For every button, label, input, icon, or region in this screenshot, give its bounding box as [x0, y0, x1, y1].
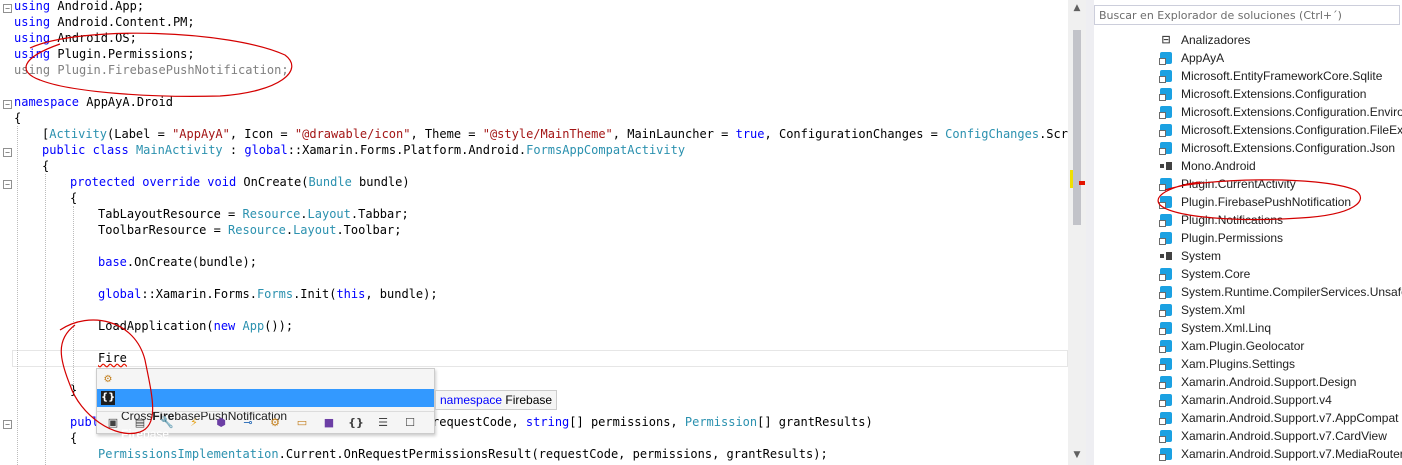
reference-icon	[1159, 214, 1172, 227]
class-green-filter-icon[interactable]: ⚙	[267, 415, 283, 431]
code-line: public class MainActivity : global::Xama…	[42, 143, 686, 157]
reference-icon	[1159, 142, 1172, 155]
reference-icon	[1159, 196, 1172, 209]
reference-icon	[1159, 178, 1172, 191]
fold-oncreate-icon[interactable]: −	[3, 180, 12, 189]
reference-icon	[1159, 286, 1172, 299]
completion-item[interactable]: ⚙ CrossFirebasePushNotification	[97, 371, 434, 423]
code-line: TabLayoutResource = Resource.Layout.Tabb…	[98, 207, 409, 221]
scroll-down-icon[interactable]: ▼	[1068, 447, 1086, 463]
reference-icon	[1159, 394, 1172, 407]
code-line: {	[70, 431, 78, 445]
solution-explorer: Buscar en Explorador de soluciones (Ctrl…	[1094, 0, 1402, 465]
scrollbar-thumb[interactable]	[1073, 30, 1081, 225]
code-line: {	[14, 111, 22, 125]
code-line: {	[42, 159, 50, 173]
completion-filter-bar: ▣ ▤ 🔧 ⚡ ⬢ ⊸ ⚙ ▭ ■ {} ☰ ☐	[97, 411, 434, 434]
interface-filter-icon[interactable]: ⊸	[240, 415, 256, 431]
scroll-up-icon[interactable]: ▲	[1068, 0, 1086, 16]
code-line: using Android.Content.PM;	[14, 15, 195, 29]
solution-search-input[interactable]: Buscar en Explorador de soluciones (Ctrl…	[1094, 5, 1400, 25]
completion-item-selected[interactable]: {} Firebase	[97, 389, 434, 441]
class-icon: ⚙	[103, 374, 113, 385]
reference-icon	[1159, 232, 1172, 245]
reference-icon	[1159, 322, 1172, 335]
reference-icon	[1159, 106, 1172, 119]
panel-splitter[interactable]	[1086, 0, 1094, 465]
code-line-current[interactable]: Fire	[98, 350, 127, 366]
fold-permissions-icon[interactable]: −	[3, 420, 12, 429]
code-line: using Android.OS;	[14, 31, 137, 45]
reference-icon	[1159, 430, 1172, 443]
quickinfo-tooltip: namespace Firebase	[435, 390, 558, 410]
code-line-unused: using Plugin.FirebasePushNotification;	[14, 63, 289, 77]
assembly-icon	[1160, 160, 1172, 172]
reference-icon	[1159, 376, 1172, 389]
indent-guide	[17, 126, 18, 465]
module-filter-icon[interactable]: ■	[321, 415, 337, 431]
change-marker	[1070, 170, 1073, 188]
code-line: base.OnCreate(bundle);	[98, 255, 257, 269]
code-line: publ	[70, 415, 99, 429]
fold-using-icon[interactable]: −	[3, 4, 12, 13]
reference-icon	[1159, 358, 1172, 371]
event-filter-icon[interactable]: ⚡	[186, 415, 202, 431]
code-editor[interactable]: − − − − − using Android.App; using Andro…	[0, 0, 1068, 465]
indent-guide	[45, 174, 46, 465]
assembly-icon	[1160, 250, 1172, 262]
reference-icon	[1159, 88, 1172, 101]
reference-icon	[1159, 304, 1172, 317]
intellisense-popup[interactable]: ⚙ CrossFirebasePushNotification {} Fireb…	[96, 368, 435, 441]
reference-icon	[1159, 268, 1172, 281]
code-line: ToolbarResource = Resource.Layout.Toolba…	[98, 223, 402, 237]
namespace-icon: {}	[101, 391, 116, 405]
class-filter-icon[interactable]: ▣	[105, 415, 121, 431]
reference-icon	[1159, 124, 1172, 137]
current-line-highlight	[12, 350, 1068, 367]
code-line: }	[70, 383, 78, 397]
reference-icon	[1159, 448, 1172, 461]
fold-namespace-icon[interactable]: −	[3, 100, 12, 109]
code-line: [Activity(Label = "AppAyA", Icon = "@dra…	[42, 127, 1068, 141]
code-line: using Plugin.Permissions;	[14, 47, 195, 61]
struct-filter-icon[interactable]: ▤	[132, 415, 148, 431]
cube-filter-icon[interactable]: ⬢	[213, 415, 229, 431]
reference-icon	[1159, 52, 1172, 65]
namespace-orange-filter-icon[interactable]: ▭	[294, 415, 310, 431]
reference-icon	[1159, 412, 1172, 425]
braces-filter-icon[interactable]: {}	[348, 415, 364, 431]
code-line: global::Xamarin.Forms.Forms.Init(this, b…	[98, 287, 438, 301]
code-line: protected override void OnCreate(Bundle …	[70, 175, 410, 189]
analyzer-icon: ⊟	[1161, 33, 1171, 46]
wrench-filter-icon[interactable]: 🔧	[159, 415, 175, 431]
code-line: namespace AppAyA.Droid	[14, 95, 173, 109]
code-line: using Android.App;	[14, 0, 145, 13]
error-marker	[1079, 181, 1085, 185]
editor-vertical-scrollbar[interactable]: ▲ ▼	[1068, 0, 1086, 465]
code-line: requestCode, string[] permissions, Permi…	[432, 415, 873, 429]
checkbox-filter-icon[interactable]: ☐	[402, 415, 418, 431]
reference-icon	[1159, 70, 1172, 83]
code-line: LoadApplication(new App());	[98, 319, 294, 333]
code-line: PermissionsImplementation.Current.OnRequ…	[98, 447, 828, 461]
indent-guide	[73, 206, 74, 384]
code-line: {	[70, 191, 78, 205]
enum-filter-icon[interactable]: ☰	[375, 415, 391, 431]
fold-class-icon[interactable]: −	[3, 148, 12, 157]
reference-icon	[1159, 340, 1172, 353]
